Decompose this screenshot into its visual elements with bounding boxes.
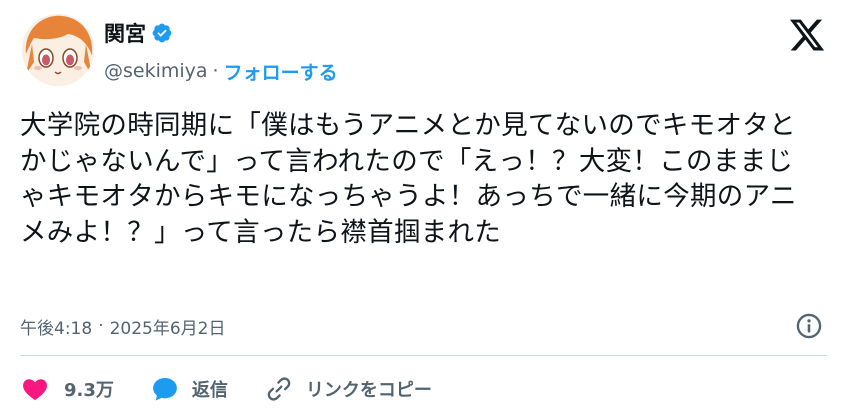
info-icon[interactable] (795, 312, 823, 340)
author-name[interactable]: 関宮 (104, 18, 146, 48)
link-icon (264, 374, 294, 404)
tweet-text: 大学院の時同期に「僕はもうアニメとか見てないのでキモオタとかじゃないんで」って言… (20, 110, 797, 248)
tweet-actions: 9.3万 返信 リンクをコピー (20, 372, 468, 406)
author-name-row[interactable]: 関宮 (104, 18, 173, 48)
author-handle[interactable]: @sekimiya (104, 60, 208, 82)
separator-dot: · (212, 60, 219, 82)
x-logo-icon[interactable] (787, 16, 827, 54)
reply-label: 返信 (191, 380, 228, 401)
copy-link-button[interactable]: リンクをコピー (264, 374, 432, 404)
tweet-timestamp[interactable]: 午後4:18 · 2025年6月2日 (20, 312, 226, 340)
tweet-time[interactable]: 午後4:18 (20, 314, 92, 339)
timestamp-separator: · (98, 316, 104, 336)
divider (20, 355, 827, 356)
reply-button[interactable]: 返信 (150, 374, 228, 404)
like-count: 9.3万 (64, 380, 114, 401)
like-button[interactable]: 9.3万 (20, 374, 114, 404)
author-handle-row: @sekimiya · フォローする (104, 56, 338, 86)
copy-link-label: リンクをコピー (305, 380, 432, 401)
avatar[interactable] (22, 14, 94, 86)
verified-badge-icon (152, 23, 172, 43)
avatar-illustration (22, 14, 94, 86)
reply-icon (150, 374, 180, 404)
follow-button[interactable]: フォローする (224, 58, 338, 85)
heart-icon (20, 374, 50, 404)
tweet-date[interactable]: 2025年6月2日 (110, 314, 226, 339)
